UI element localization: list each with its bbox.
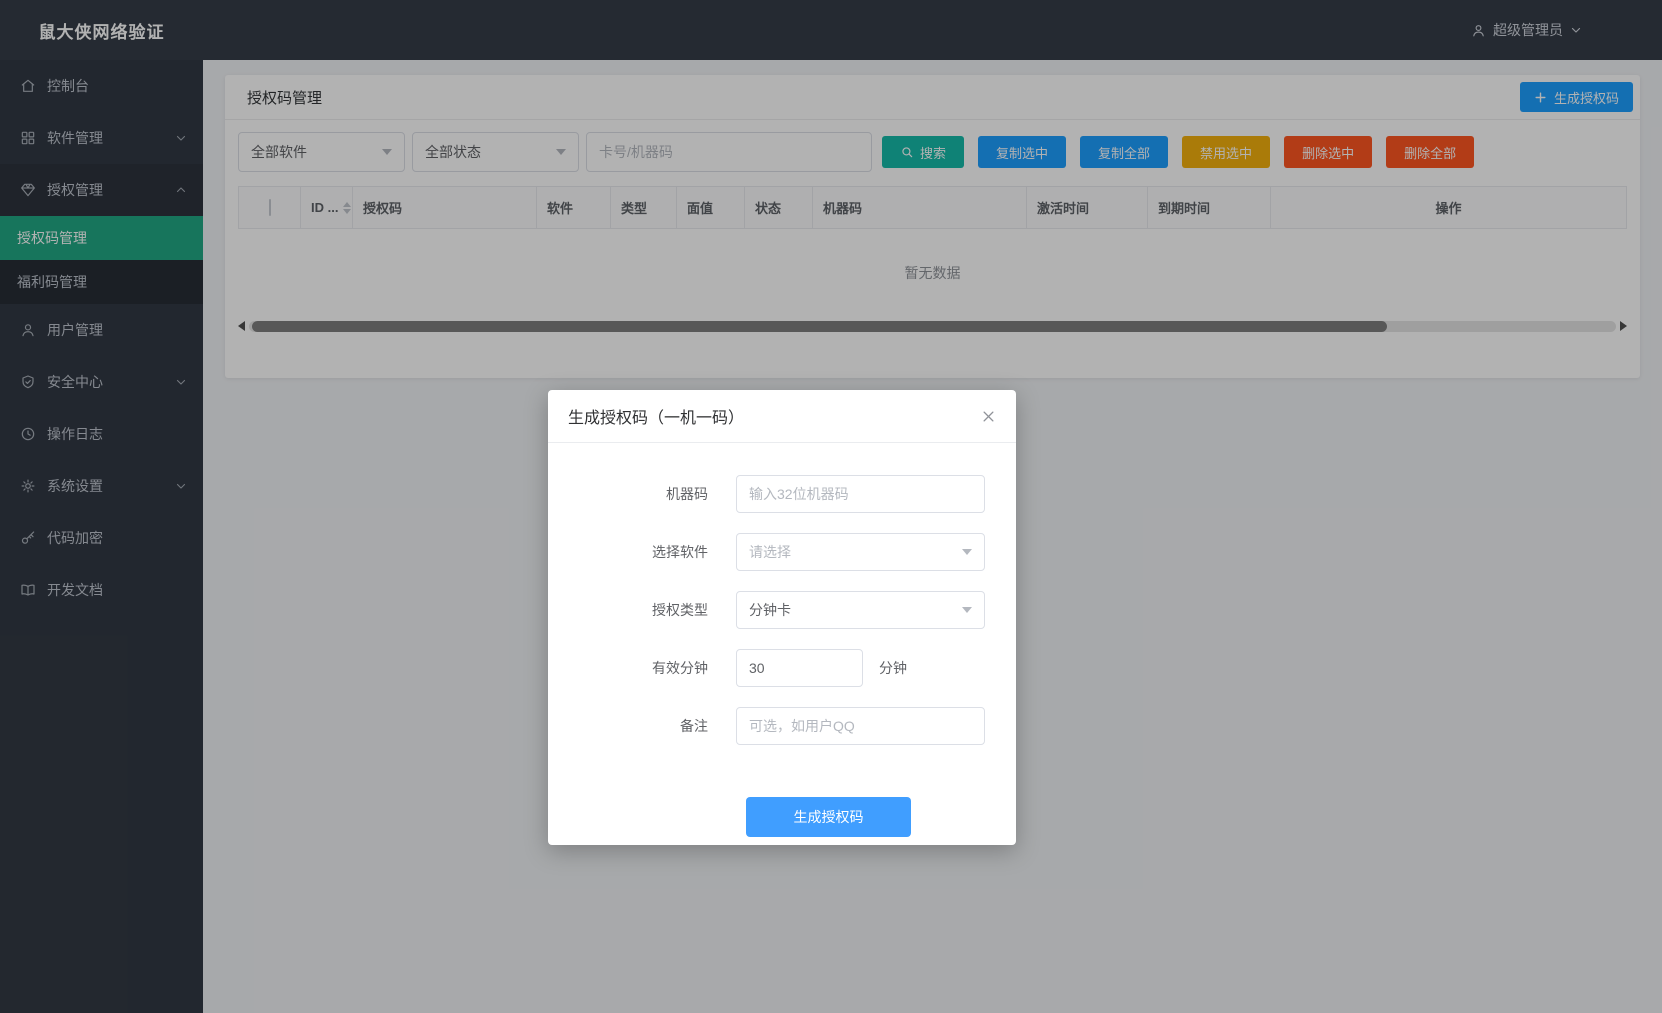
modal-title: 生成授权码（一机一码）: [568, 404, 744, 428]
valid-minutes-label: 有效分钟: [548, 658, 708, 678]
software-select-row: 选择软件 请选择: [548, 533, 1016, 571]
chevron-down-icon: [962, 549, 972, 555]
machine-code-row: 机器码: [548, 475, 1016, 513]
modal-header: 生成授权码（一机一码）: [548, 390, 1016, 443]
close-icon[interactable]: [981, 409, 996, 424]
auth-type-value: 分钟卡: [749, 600, 791, 620]
modal-body: 机器码 选择软件 请选择 授权类型 分钟卡 有效分钟 分钟 备注: [548, 443, 1016, 837]
software-select[interactable]: 请选择: [736, 533, 985, 571]
modal-generate-button[interactable]: 生成授权码: [746, 797, 911, 837]
machine-code-label: 机器码: [548, 484, 708, 504]
software-select-label: 选择软件: [548, 542, 708, 562]
remark-row: 备注: [548, 707, 1016, 745]
generate-authcode-modal: 生成授权码（一机一码） 机器码 选择软件 请选择 授权类型 分钟卡 有效分钟: [548, 390, 1016, 845]
machine-code-input[interactable]: [736, 475, 985, 513]
auth-type-label: 授权类型: [548, 600, 708, 620]
auth-type-select[interactable]: 分钟卡: [736, 591, 985, 629]
software-select-placeholder: 请选择: [749, 542, 791, 562]
modal-generate-label: 生成授权码: [794, 807, 864, 827]
chevron-down-icon: [962, 607, 972, 613]
remark-input[interactable]: [736, 707, 985, 745]
minutes-suffix: 分钟: [879, 658, 907, 678]
auth-type-row: 授权类型 分钟卡: [548, 591, 1016, 629]
valid-minutes-input[interactable]: [736, 649, 863, 687]
valid-minutes-row: 有效分钟 分钟: [548, 649, 1016, 687]
remark-label: 备注: [548, 716, 708, 736]
